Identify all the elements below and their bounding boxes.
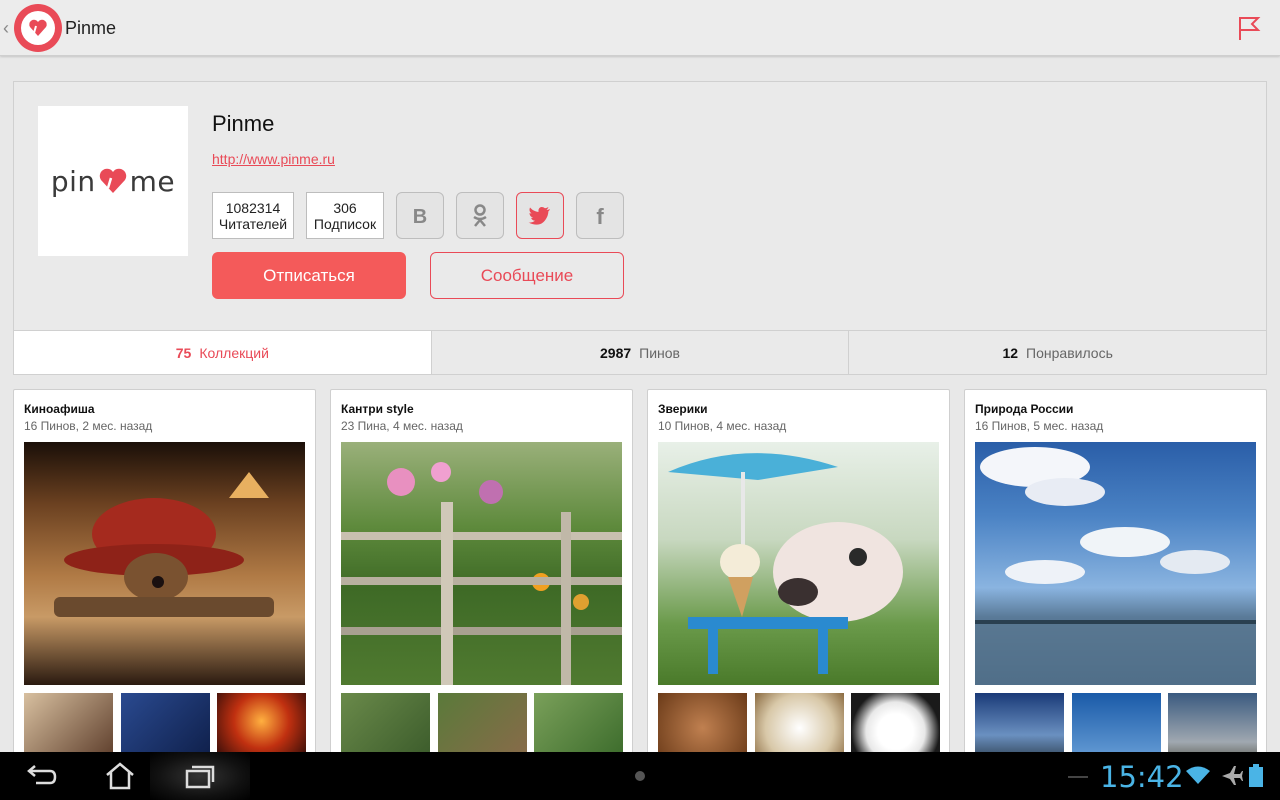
tab-pins-label: Пинов: [639, 344, 680, 361]
tab-collections[interactable]: 75 Коллекций: [14, 331, 432, 374]
status-dash: [1068, 776, 1088, 778]
wifi-icon: [1186, 766, 1210, 784]
followers-stat[interactable]: 1082314 Читателей: [212, 192, 294, 239]
facebook-icon: f: [596, 204, 604, 228]
app-logo-icon[interactable]: [14, 4, 62, 52]
facebook-share-button[interactable]: f: [576, 192, 624, 239]
tab-pins[interactable]: 2987 Пинов: [432, 331, 850, 374]
tab-likes-count: 12: [1002, 344, 1019, 361]
collection-cover-image: [975, 442, 1256, 685]
collection-title: Зверики: [658, 402, 708, 416]
app-title: Pinme: [65, 18, 117, 38]
collection-cover-image: [24, 442, 305, 685]
collection-meta: 10 Пинов, 4 мес. назад: [658, 419, 787, 433]
followers-label: Читателей: [218, 216, 288, 232]
collection-title: Киноафиша: [24, 402, 95, 416]
collection-card[interactable]: Зверики 10 Пинов, 4 мес. назад: [647, 389, 950, 769]
profile-url-link[interactable]: http://www.pinme.ru: [212, 151, 335, 167]
svg-text:B: B: [413, 206, 427, 228]
followers-count: 1082314: [225, 200, 281, 216]
following-stat[interactable]: 306 Подписок: [306, 192, 384, 239]
unsubscribe-button[interactable]: Отписаться: [212, 252, 406, 299]
tab-likes[interactable]: 12 Понравилось: [849, 331, 1266, 374]
logo-text-left: pin: [50, 164, 96, 198]
pinme-logo: pin me: [51, 165, 175, 198]
home-icon: [106, 762, 134, 790]
collection-meta: 23 Пина, 4 мес. назад: [341, 419, 463, 433]
center-dot-indicator: [635, 771, 645, 781]
profile-name: Pinme: [212, 111, 275, 136]
profile-tabs: 75 Коллекций 2987 Пинов 12 Понравилось: [14, 330, 1266, 374]
clock: 15:42: [1100, 760, 1184, 794]
following-label: Подписок: [313, 216, 377, 232]
home-button[interactable]: [100, 758, 140, 794]
logo-text-right: me: [129, 164, 176, 198]
odnoklassniki-icon: [473, 203, 487, 227]
tab-pins-count: 2987: [600, 344, 632, 361]
svg-text:f: f: [596, 204, 604, 228]
back-button[interactable]: [20, 758, 60, 794]
collection-card[interactable]: Природа России 16 Пинов, 5 мес. назад: [964, 389, 1267, 769]
collection-meta: 16 Пинов, 2 мес. назад: [24, 419, 153, 433]
twitter-share-button[interactable]: [516, 192, 564, 239]
tab-collections-label: Коллекций: [199, 344, 269, 361]
recent-apps-icon: [185, 765, 215, 789]
collection-card[interactable]: Киноафиша 16 Пинов, 2 мес. назад: [13, 389, 316, 769]
back-arrow-icon: [27, 765, 57, 785]
vk-share-button[interactable]: B: [396, 192, 444, 239]
collection-meta: 16 Пинов, 5 мес. назад: [975, 419, 1104, 433]
message-button[interactable]: Сообщение: [430, 252, 624, 299]
collection-cover-image: [658, 442, 939, 685]
heart-icon: [99, 168, 126, 193]
profile-card: pin me Pinme http://www.pinme.ru 1082314…: [13, 81, 1267, 375]
collection-title: Природа России: [975, 402, 1074, 416]
action-bar: ‹ Pinme: [0, 0, 1280, 56]
airplane-mode-icon: [1222, 766, 1243, 785]
odnoklassniki-share-button[interactable]: [456, 192, 504, 239]
tab-collections-count: 75: [175, 344, 192, 361]
tab-likes-label: Понравилось: [1026, 344, 1113, 361]
battery-icon: [1249, 764, 1263, 787]
recent-apps-button[interactable]: [180, 758, 220, 794]
twitter-icon: [528, 206, 550, 225]
report-flag-icon[interactable]: [1236, 14, 1262, 42]
profile-avatar: pin me: [38, 106, 188, 256]
collection-card[interactable]: Кантри style 23 Пина, 4 мес. назад: [330, 389, 633, 769]
collection-title: Кантри style: [341, 402, 414, 416]
vk-icon: B: [413, 206, 427, 228]
collection-cover-image: [341, 442, 622, 685]
following-count: 306: [333, 200, 357, 216]
back-chevron-icon[interactable]: ‹: [3, 18, 9, 39]
